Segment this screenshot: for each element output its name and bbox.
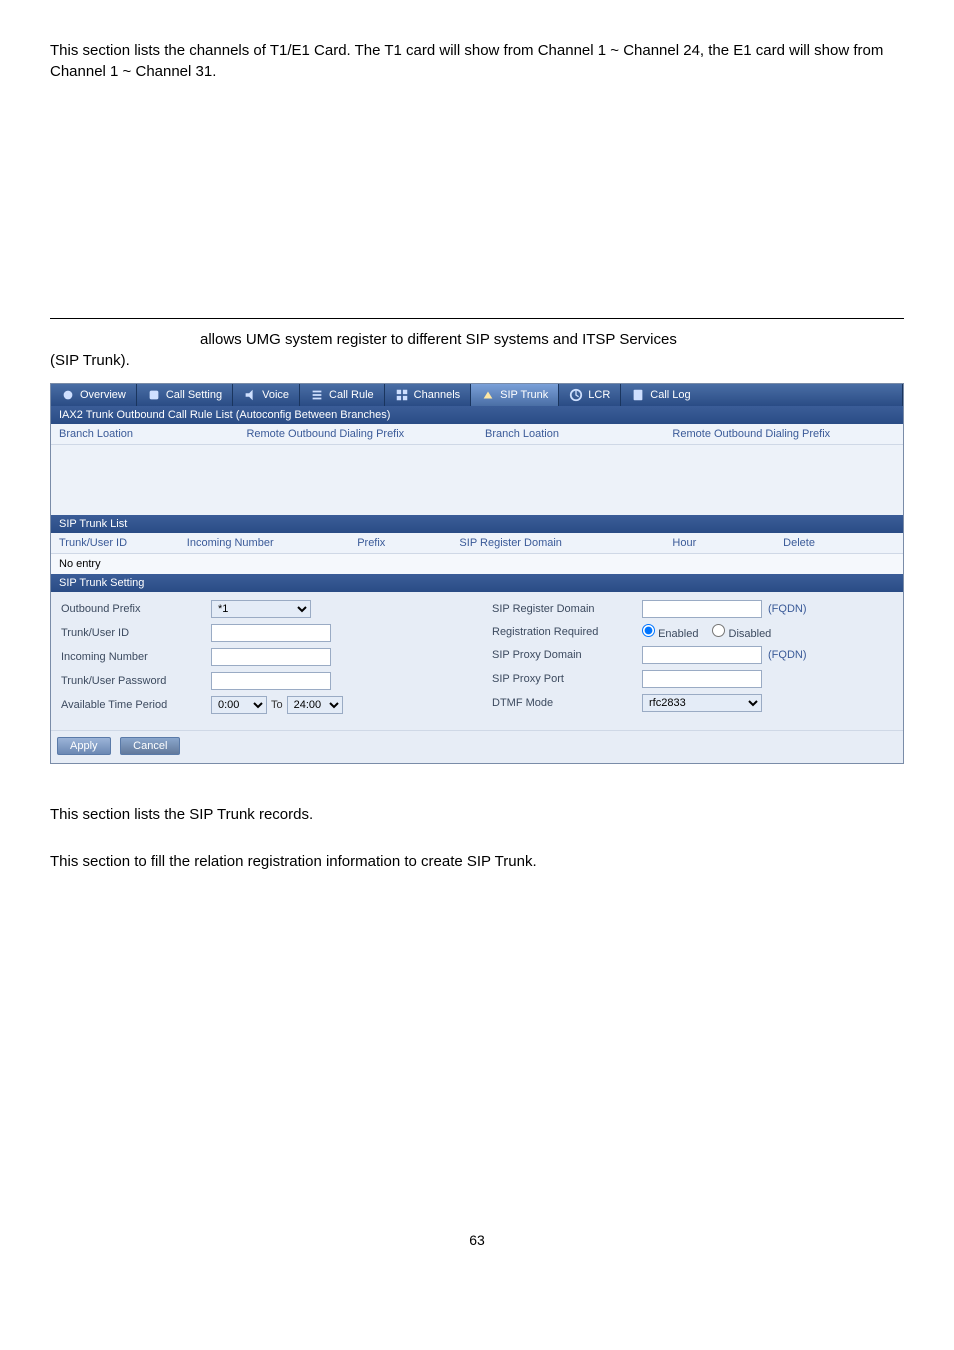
tab-label: Call Setting [166,389,222,401]
tab-label: SIP Trunk [500,389,548,401]
tab-bar: Overview Call Setting Voice Call Rule Ch… [51,384,903,406]
sip-setting-header: SIP Trunk Setting [51,574,903,592]
sip-list-empty: No entry [51,553,903,574]
cancel-button[interactable]: Cancel [120,737,180,755]
registration-enabled-text: Enabled [658,628,698,640]
call-log-icon [631,388,645,402]
trunk-user-id-label: Trunk/User ID [61,627,211,639]
time-from-select[interactable]: 0:00 [211,696,267,714]
tab-label: Call Log [650,389,690,401]
body-para-1: This section lists the SIP Trunk records… [50,804,904,825]
apply-button[interactable]: Apply [57,737,111,755]
time-to-select[interactable]: 24:00 [287,696,343,714]
sip-list-col-prefix: Prefix [349,533,451,554]
body-para-2: This section to fill the relation regist… [50,851,904,872]
sip-setting-left-col: Outbound Prefix *1 Trunk/User ID Incomin… [61,600,462,720]
tab-label: Call Rule [329,389,374,401]
tab-lcr[interactable]: LCR [559,384,621,406]
tab-channels[interactable]: Channels [385,384,471,406]
incoming-number-label: Incoming Number [61,651,211,663]
available-time-label: Available Time Period [61,699,211,711]
intro-paragraph: This section lists the channels of T1/E1… [50,40,904,82]
overview-icon [61,388,75,402]
iax2-col-prefix-1: Remote Outbound Dialing Prefix [238,424,477,445]
outbound-prefix-label: Outbound Prefix [61,603,211,615]
trunk-user-password-label: Trunk/User Password [61,675,211,687]
registration-enabled-radio[interactable] [642,624,655,637]
iax2-col-branch-1: Branch Loation [51,424,238,445]
sip-setting-right-col: SIP Register Domain (FQDN) Registration … [492,600,893,720]
registration-enabled-option[interactable]: Enabled [642,624,698,640]
sip-setting-area: Outbound Prefix *1 Trunk/User ID Incomin… [51,592,903,730]
tab-call-setting[interactable]: Call Setting [137,384,233,406]
sip-proxy-port-input[interactable] [642,670,762,688]
sip-list-col-incoming: Incoming Number [179,533,349,554]
sip-proxy-domain-label: SIP Proxy Domain [492,649,642,661]
tab-label: Overview [80,389,126,401]
tab-label: Channels [414,389,460,401]
iax2-empty-body [51,445,903,515]
registration-disabled-radio[interactable] [712,624,725,637]
sip-trunk-icon [481,388,495,402]
mid-paragraph: allows UMG system register to different … [50,329,904,371]
sip-list-header: SIP Trunk List [51,515,903,533]
tab-sip-trunk[interactable]: SIP Trunk [471,384,559,406]
registration-disabled-text: Disabled [729,628,772,640]
iax2-col-branch-2: Branch Loation [477,424,664,445]
iax2-col-prefix-2: Remote Outbound Dialing Prefix [664,424,903,445]
iax2-table: Branch Loation Remote Outbound Dialing P… [51,424,903,515]
outbound-prefix-select[interactable]: *1 [211,600,311,618]
tab-call-log[interactable]: Call Log [621,384,903,406]
dtmf-mode-select[interactable]: rfc2833 [642,694,762,712]
time-to-label: To [271,699,283,711]
incoming-number-input[interactable] [211,648,331,666]
tab-voice[interactable]: Voice [233,384,300,406]
trunk-user-password-input[interactable] [211,672,331,690]
fqdn-hint-1: (FQDN) [768,603,807,615]
channels-icon [395,388,409,402]
tab-label: LCR [588,389,610,401]
button-row: Apply Cancel [51,730,903,763]
call-setting-icon [147,388,161,402]
admin-panel: Overview Call Setting Voice Call Rule Ch… [50,383,904,764]
sip-list-col-delete: Delete [775,533,903,554]
voice-icon [243,388,257,402]
sip-list-col-hour: Hour [664,533,775,554]
sip-list-col-trunkid: Trunk/User ID [51,533,179,554]
lcr-icon [569,388,583,402]
page-number: 63 [50,1232,904,1248]
tab-overview[interactable]: Overview [51,384,137,406]
mid-paragraph-tail2: (SIP Trunk). [50,350,904,371]
sip-register-domain-label: SIP Register Domain [492,603,642,615]
call-rule-icon [310,388,324,402]
tab-label: Voice [262,389,289,401]
registration-disabled-option[interactable]: Disabled [712,624,771,640]
sip-proxy-domain-input[interactable] [642,646,762,664]
fqdn-hint-2: (FQDN) [768,649,807,661]
sip-list-table: Trunk/User ID Incoming Number Prefix SIP… [51,533,903,574]
mid-paragraph-tail: allows UMG system register to different … [200,329,677,350]
horizontal-rule [50,318,904,319]
sip-register-domain-input[interactable] [642,600,762,618]
sip-list-col-domain: SIP Register Domain [451,533,664,554]
trunk-user-id-input[interactable] [211,624,331,642]
sip-proxy-port-label: SIP Proxy Port [492,673,642,685]
iax2-section-header: IAX2 Trunk Outbound Call Rule List (Auto… [51,406,903,424]
tab-call-rule[interactable]: Call Rule [300,384,385,406]
registration-required-label: Registration Required [492,626,642,638]
dtmf-mode-label: DTMF Mode [492,697,642,709]
